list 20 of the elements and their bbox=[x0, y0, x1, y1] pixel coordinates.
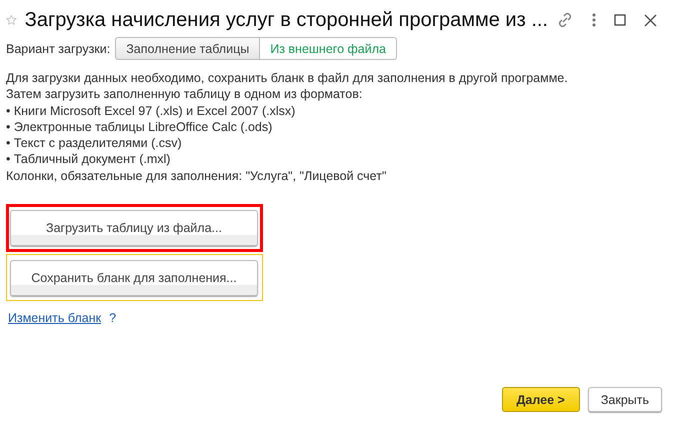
next-button[interactable]: Далее > bbox=[502, 387, 580, 412]
instruction-text: • Текст с разделителями (.csv) bbox=[6, 135, 183, 152]
action-button[interactable]: Загрузить таблицу из файла... bbox=[10, 210, 258, 246]
variant-label: Вариант загрузки: bbox=[6, 42, 110, 56]
close-button[interactable]: Закрыть bbox=[588, 387, 662, 412]
instruction-text: • Электронные таблицы LibreOffice Calc (.ods) bbox=[6, 118, 274, 136]
instruction-text: Для загрузки данных необходимо, сохранить бланк в файл для заполнения в другой программе. bbox=[6, 70, 569, 86]
close-icon[interactable] bbox=[644, 14, 657, 26]
link-icon[interactable] bbox=[556, 11, 574, 29]
instruction-text: • Табличный документ (.mxl) bbox=[6, 151, 172, 168]
edit-template-link[interactable]: Изменить бланк bbox=[8, 311, 102, 326]
window-title: Загрузка начисления услуг в сторонней программе из ... bbox=[24, 8, 548, 32]
variant-toggle[interactable]: Заполнение таблицы bbox=[115, 37, 260, 60]
instruction-text: • Книги Microsoft Excel 97 (.xls) и Excel 2007 (.xlsx) bbox=[6, 102, 296, 119]
action-button[interactable]: Сохранить бланк для заполнения... bbox=[10, 260, 258, 296]
maximize-icon[interactable] bbox=[614, 14, 626, 26]
more-icon[interactable] bbox=[592, 13, 596, 27]
instruction-text: Колонки, обязательные для заполнения: "Услуга", "Лицевой счет" bbox=[6, 168, 388, 184]
help-link[interactable]: ? bbox=[109, 311, 116, 326]
instruction-text: Затем загрузить заполненную таблицу в одном из форматов: bbox=[6, 86, 364, 103]
